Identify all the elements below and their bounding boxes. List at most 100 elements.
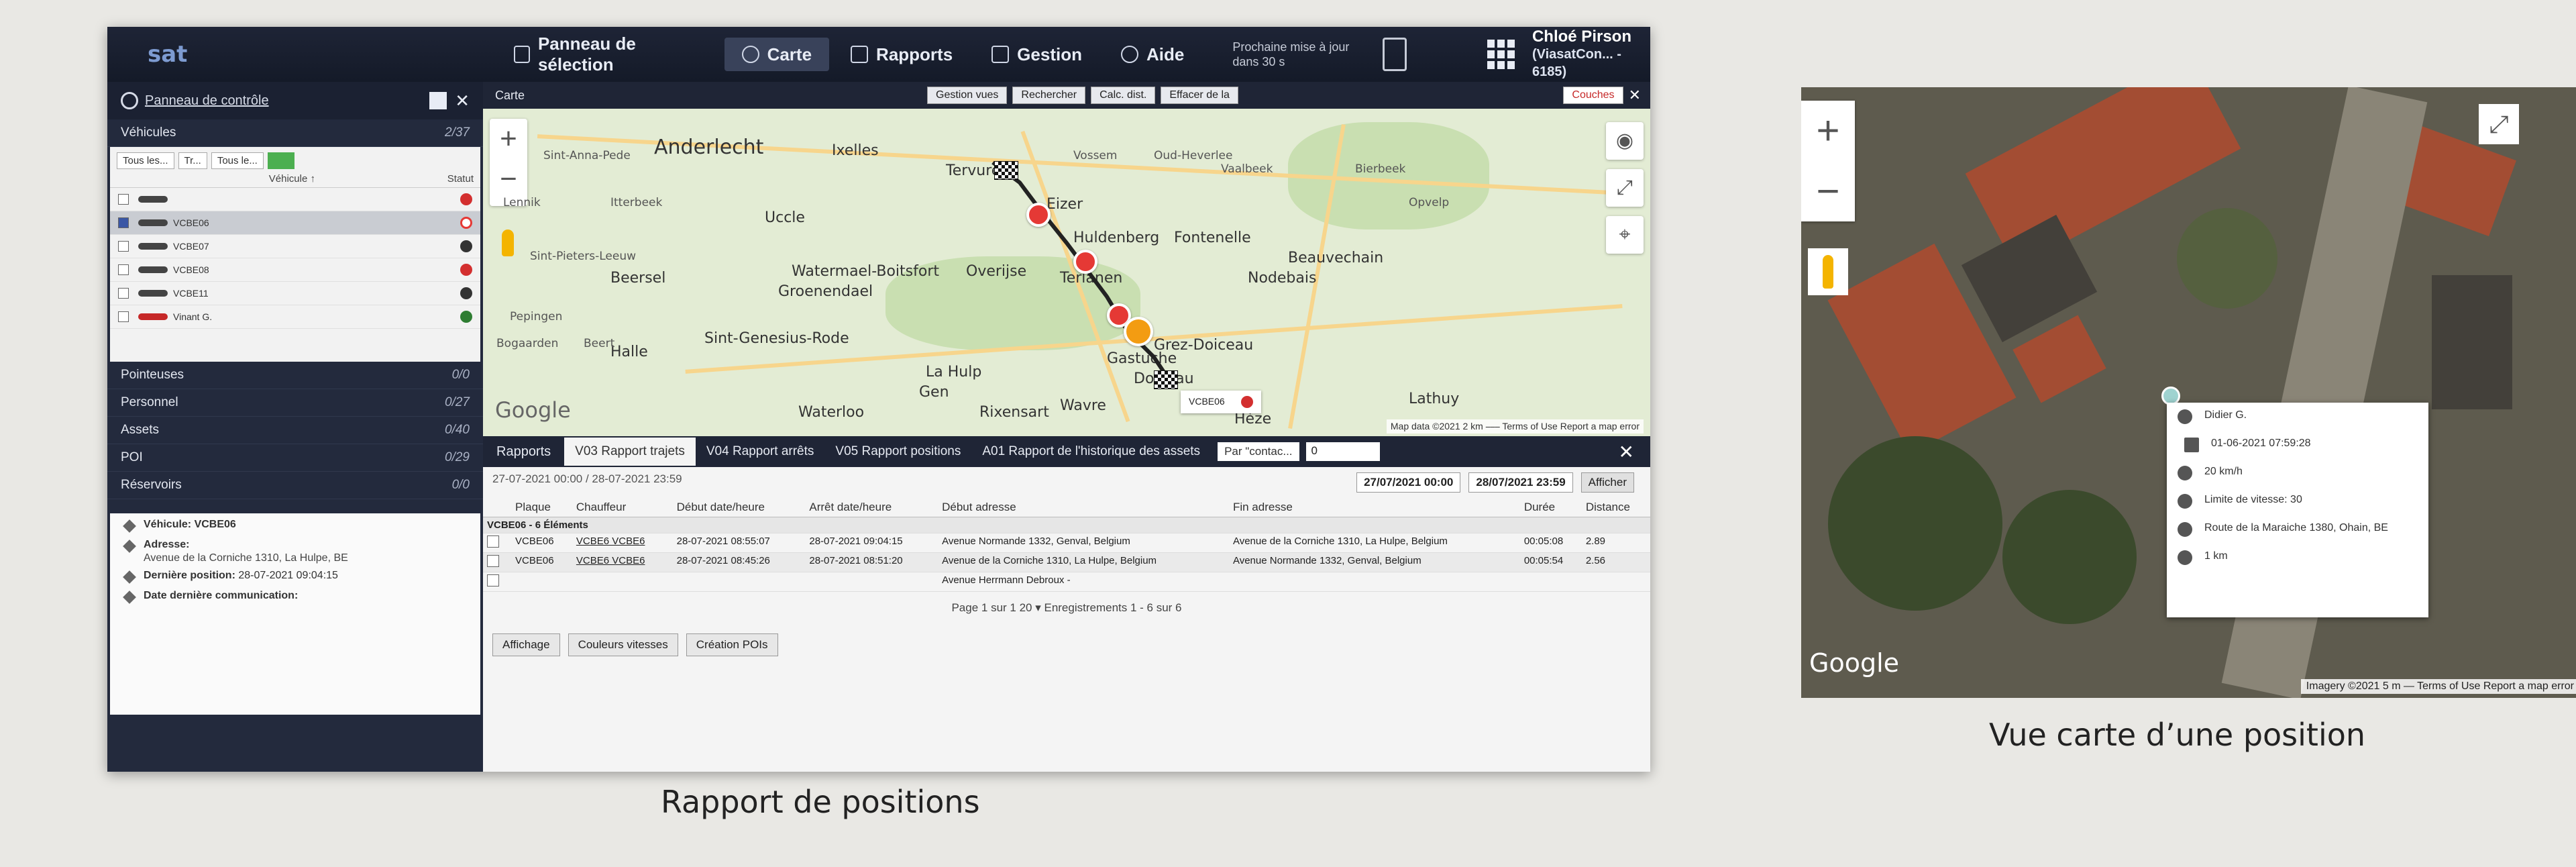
row-checkbox-cell[interactable]: [483, 552, 511, 572]
vehicle-row[interactable]: [110, 188, 480, 211]
pagination[interactable]: Page 1 sur 1 20 ▾ Enregistrements 1 - 6 …: [483, 592, 1650, 624]
vehicle-checkbox[interactable]: [118, 311, 129, 322]
apps-grid-icon[interactable]: [1487, 40, 1515, 69]
column-header[interactable]: Durée: [1519, 498, 1582, 517]
nav-help[interactable]: Aide: [1104, 38, 1201, 71]
vehicle-label[interactable]: VCBE06: [1181, 391, 1261, 414]
cell-chauffeur: VCBE6 VCBE6: [572, 552, 673, 572]
popup-datetime: 01-06-2021 07:59:28: [2167, 431, 2428, 459]
nav-reports[interactable]: Rapports: [833, 38, 970, 71]
threshold-input[interactable]: 0: [1305, 442, 1380, 461]
vehicle-checkbox[interactable]: [118, 217, 129, 228]
speed-colors-button[interactable]: Couleurs vitesses: [568, 633, 678, 656]
show-button[interactable]: Afficher: [1580, 472, 1634, 493]
detail-label: Adresse:: [144, 539, 190, 550]
calendar-icon: [2184, 438, 2199, 452]
display-button[interactable]: Affichage: [492, 633, 560, 656]
close-icon[interactable]: ✕: [455, 91, 470, 111]
street-view-icon[interactable]: [1808, 248, 1848, 295]
filter-dropdown[interactable]: Tous les...: [117, 152, 174, 169]
column-header[interactable]: Début date/heure: [672, 498, 806, 517]
date-from-input[interactable]: 27/07/2021 00:00: [1356, 472, 1461, 493]
column-header[interactable]: Plaque: [511, 498, 572, 517]
vehicle-name: VCBE07: [173, 241, 209, 252]
section-poi[interactable]: POI 0/29: [107, 444, 483, 472]
close-icon[interactable]: ✕: [1619, 441, 1634, 463]
table-row[interactable]: VCBE06 VCBE6 VCBE6 28-07-2021 08:55:07 28-0…: [483, 533, 1650, 553]
column-header[interactable]: Distance: [1581, 498, 1650, 517]
section-vehicles[interactable]: Véhicules 2/37: [107, 119, 483, 147]
table-row[interactable]: Avenue Herrmann Debroux -: [483, 572, 1650, 592]
car-icon: [138, 243, 168, 250]
control-panel-title[interactable]: Panneau de contrôle: [145, 93, 269, 109]
vehicle-row[interactable]: VCBE11: [110, 282, 480, 305]
zoom-out-icon[interactable]: −: [1801, 161, 1855, 221]
caption-position-map: Vue carte d’une position: [1989, 717, 2366, 753]
cell-duree: 00:05:08: [1519, 533, 1582, 553]
map-attribution[interactable]: Map data ©2021 2 km ⎯⎯⎯ Terms of Use Rep…: [1386, 419, 1644, 434]
tab-positions-report[interactable]: V05 Rapport positions: [824, 438, 971, 466]
google-logo: Google: [495, 397, 571, 423]
finish-flag-icon: [994, 161, 1018, 180]
group-by-select[interactable]: Par "contac...: [1218, 442, 1299, 461]
tab-asset-history-report[interactable]: A01 Rapport de l'historique des assets: [971, 438, 1211, 466]
row-checkbox-cell[interactable]: [483, 533, 511, 553]
vehicle-marker[interactable]: [1124, 317, 1153, 346]
reports-panel: Rapports V03 Rapport trajets V04 Rapport…: [483, 436, 1650, 772]
row-checkbox[interactable]: [487, 536, 499, 548]
row-checkbox-cell[interactable]: [483, 572, 511, 592]
section-count: 2/37: [445, 125, 470, 140]
zoom-in-icon[interactable]: +: [1801, 101, 1855, 161]
report-icon: [851, 46, 869, 63]
user-menu[interactable]: Chloé Pirson (ViasatCon... - 6185): [1532, 28, 1650, 81]
vehicle-row[interactable]: VCBE07: [110, 235, 480, 258]
zoom-control[interactable]: + −: [1801, 101, 1855, 221]
date-to-input[interactable]: 28/07/2021 23:59: [1468, 472, 1573, 493]
filter-dropdown[interactable]: Tr...: [178, 152, 207, 169]
nav-selection-panel[interactable]: Panneau de sélection: [496, 34, 720, 74]
position-marker[interactable]: [1073, 250, 1097, 274]
column-status[interactable]: Statut: [447, 173, 474, 185]
section-count: 0/0: [451, 478, 470, 492]
vehicle-checkbox[interactable]: [118, 194, 129, 205]
nav-map[interactable]: Carte: [724, 38, 830, 71]
section-assets[interactable]: Assets 0/40: [107, 417, 483, 444]
tab-trips-report[interactable]: V03 Rapport trajets: [564, 438, 696, 466]
column-header[interactable]: Fin adresse: [1228, 498, 1520, 517]
row-checkbox[interactable]: [487, 555, 499, 567]
vehicle-row[interactable]: VCBE06: [110, 211, 480, 235]
tree: [2002, 490, 2137, 624]
map-attribution[interactable]: Imagery ©2021 5 m ⎯⎯ Terms of Use Report…: [2300, 679, 2576, 694]
control-panel-header: Panneau de contrôle ✕: [107, 82, 483, 119]
nav-label: Panneau de sélection: [537, 34, 636, 74]
satellite-map[interactable]: + − ⤢ Didier G. 01-06-2021 07:59:28 20 k…: [1801, 87, 2576, 698]
column-header[interactable]: Début adresse: [938, 498, 1229, 517]
table-group-row[interactable]: VCBE06 - 6 Éléments: [483, 517, 1650, 533]
map-icon: [741, 46, 759, 63]
map-view[interactable]: Carte Gestion vues Rechercher Calc. dist…: [483, 82, 1650, 436]
section-pointeuses[interactable]: Pointeuses 0/0: [107, 362, 483, 389]
fullscreen-icon[interactable]: ⤢: [2479, 104, 2519, 144]
nav-management[interactable]: Gestion: [974, 38, 1099, 71]
position-marker[interactable]: [1026, 203, 1051, 227]
vehicle-row[interactable]: VCBE08: [110, 258, 480, 282]
vehicle-checkbox[interactable]: [118, 264, 129, 275]
tab-stops-report[interactable]: V04 Rapport arrêts: [696, 438, 825, 466]
row-checkbox[interactable]: [487, 574, 499, 586]
document-icon[interactable]: [1383, 38, 1407, 71]
create-poi-button[interactable]: Création POIs: [686, 633, 778, 656]
section-personnel[interactable]: Personnel 0/27: [107, 389, 483, 417]
pin-panel-icon[interactable]: [429, 92, 447, 109]
column-vehicle[interactable]: Véhicule ↑: [137, 173, 447, 185]
section-réservoirs[interactable]: Réservoirs 0/0: [107, 472, 483, 499]
filter-apply-icon[interactable]: [267, 152, 294, 169]
vehicle-checkbox[interactable]: [118, 288, 129, 299]
vehicle-row[interactable]: Vinant G.: [110, 305, 480, 329]
detail-label: Dernière position:: [144, 570, 235, 581]
table-row[interactable]: VCBE06 VCBE6 VCBE6 28-07-2021 08:45:26 28-0…: [483, 552, 1650, 572]
column-header[interactable]: Arrêt date/heure: [805, 498, 938, 517]
vehicle-checkbox[interactable]: [118, 241, 129, 252]
detail-vehicle: Véhicule: VCBE06: [110, 513, 480, 533]
column-header[interactable]: Chauffeur: [572, 498, 673, 517]
filter-dropdown[interactable]: Tous le...: [211, 152, 264, 169]
